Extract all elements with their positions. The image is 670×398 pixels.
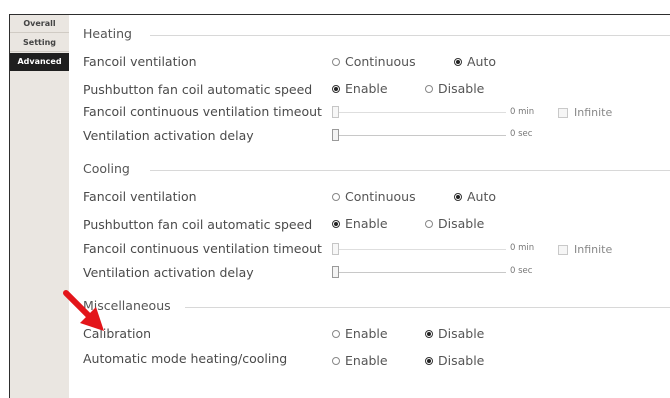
tab-setting[interactable]: Setting (10, 34, 69, 52)
miscellaneous-divider (185, 307, 670, 308)
heating-fancoil-ventilation-label: Fancoil ventilation (83, 54, 197, 69)
advanced-settings-panel: Heating Fancoil ventilation Continuous A… (70, 15, 670, 398)
heating-pushbutton-speed-label: Pushbutton fan coil automatic speed (83, 82, 313, 97)
cooling-fancoil-ventilation-label: Fancoil ventilation (83, 189, 197, 204)
heating-timeout-slider[interactable] (332, 105, 506, 119)
checkbox-icon (558, 244, 568, 255)
cooling-title: Cooling (83, 161, 138, 176)
heating-infinite-checkbox[interactable]: Infinite (558, 106, 612, 119)
heating-divider (150, 35, 670, 36)
heating-activation-delay-label: Ventilation activation delay (83, 128, 254, 143)
radio-on-icon (425, 329, 433, 338)
slider-track (332, 249, 506, 250)
cooling-timeout-value: 0 min (510, 243, 535, 253)
radio-off-icon (332, 192, 340, 201)
slider-thumb[interactable] (332, 266, 339, 278)
cooling-pushbutton-enable-radio[interactable]: Enable (332, 216, 388, 231)
cooling-ventilation-auto-radio[interactable]: Auto (454, 189, 496, 204)
heating-delay-slider[interactable] (332, 128, 506, 142)
tab-overall[interactable]: Overall (10, 15, 69, 33)
cooling-delay-value: 0 sec (510, 266, 533, 276)
radio-off-icon (425, 84, 433, 93)
cooling-infinite-checkbox[interactable]: Infinite (558, 243, 612, 256)
calibration-disable-radio[interactable]: Disable (425, 326, 484, 341)
red-arrow-annotation-icon (63, 290, 104, 331)
heating-timeout-label: Fancoil continuous ventilation timeout (83, 104, 322, 119)
heating-ventilation-continuous-radio[interactable]: Continuous (332, 54, 416, 69)
cooling-ventilation-continuous-radio[interactable]: Continuous (332, 189, 416, 204)
cooling-activation-delay-label: Ventilation activation delay (83, 265, 254, 280)
radio-off-icon (332, 356, 340, 365)
checkbox-icon (558, 107, 568, 118)
cooling-delay-slider[interactable] (332, 265, 506, 279)
cooling-timeout-label: Fancoil continuous ventilation timeout (83, 241, 322, 256)
automatic-mode-enable-radio[interactable]: Enable (332, 353, 388, 368)
heating-pushbutton-disable-radio[interactable]: Disable (425, 81, 484, 96)
automatic-mode-disable-radio[interactable]: Disable (425, 353, 484, 368)
radio-off-icon (332, 57, 340, 66)
slider-track (332, 272, 506, 273)
slider-track (332, 112, 506, 113)
sidebar: Overall Setting Advanced (10, 15, 69, 398)
heating-ventilation-auto-radio[interactable]: Auto (454, 54, 496, 69)
cooling-timeout-slider[interactable] (332, 242, 506, 256)
radio-off-icon (425, 219, 433, 228)
radio-on-icon (332, 219, 340, 228)
heating-delay-value: 0 sec (510, 129, 533, 139)
tab-advanced[interactable]: Advanced (10, 53, 69, 71)
radio-off-icon (332, 329, 340, 338)
radio-on-icon (332, 84, 340, 93)
cooling-pushbutton-disable-radio[interactable]: Disable (425, 216, 484, 231)
calibration-enable-radio[interactable]: Enable (332, 326, 388, 341)
radio-on-icon (454, 192, 462, 201)
cooling-pushbutton-speed-label: Pushbutton fan coil automatic speed (83, 217, 313, 232)
slider-thumb[interactable] (332, 243, 339, 255)
automatic-mode-label: Automatic mode heating/cooling (83, 351, 288, 366)
slider-thumb[interactable] (332, 106, 339, 118)
heating-title: Heating (83, 26, 140, 41)
slider-thumb[interactable] (332, 129, 339, 141)
slider-track (332, 135, 506, 136)
cooling-divider (150, 170, 670, 171)
heating-pushbutton-enable-radio[interactable]: Enable (332, 81, 388, 96)
radio-on-icon (454, 57, 462, 66)
radio-on-icon (425, 356, 433, 365)
heating-timeout-value: 0 min (510, 107, 535, 117)
